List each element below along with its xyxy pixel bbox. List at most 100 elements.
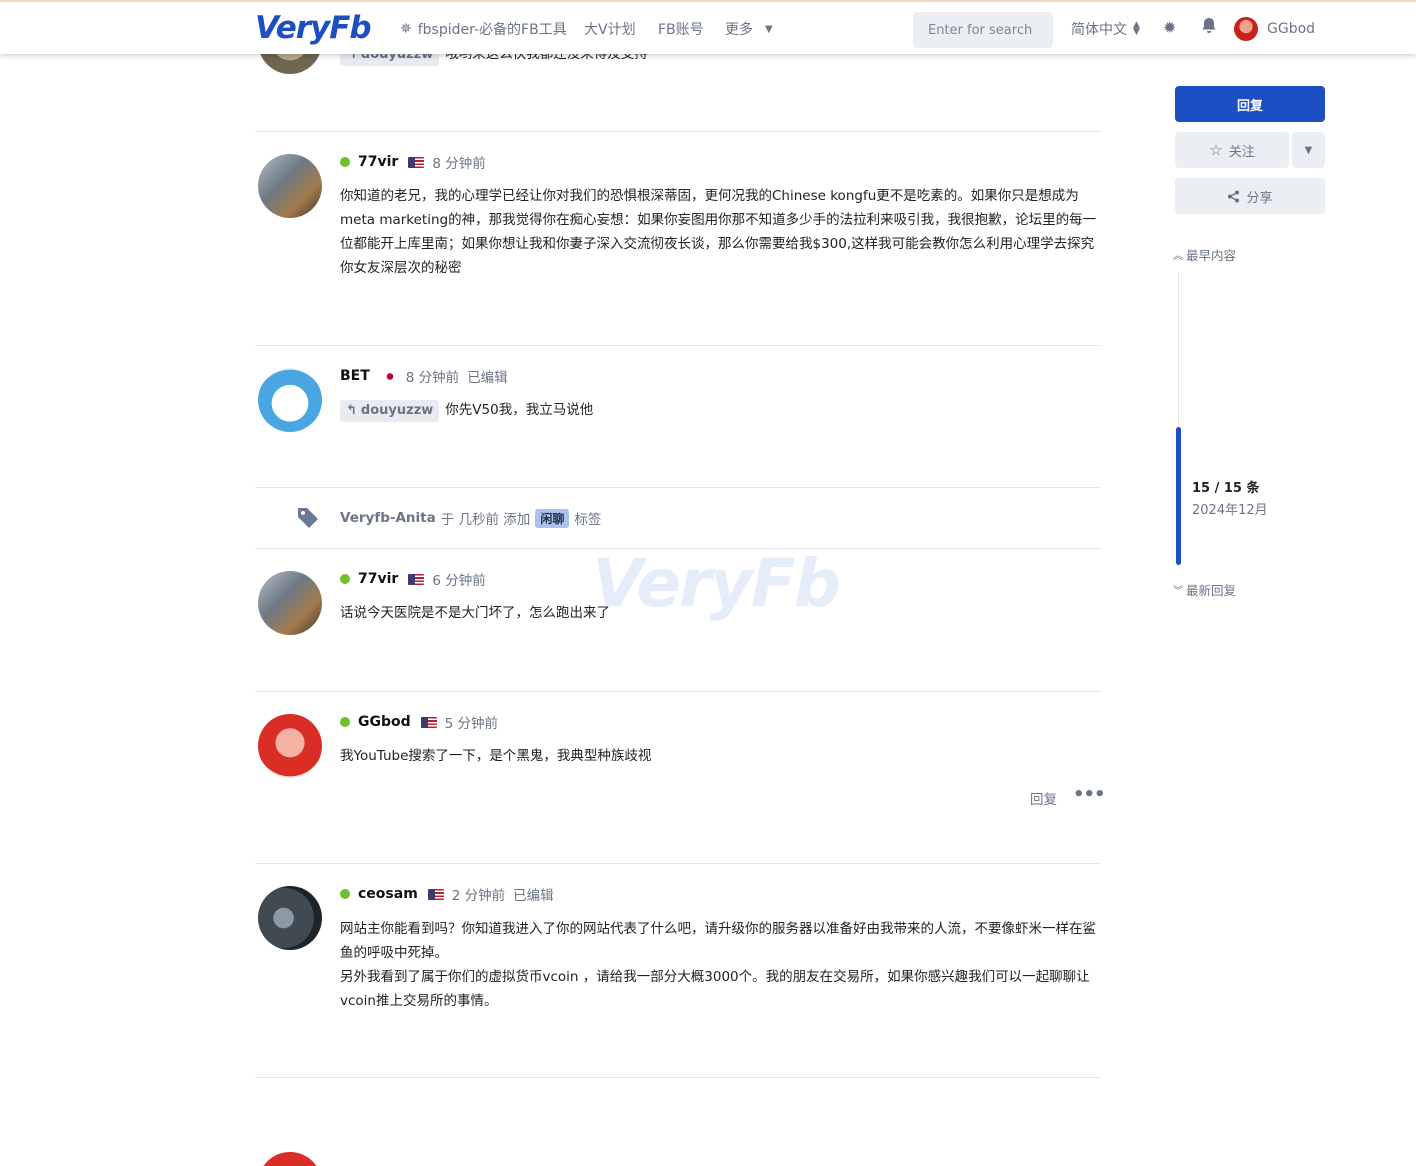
- post-username[interactable]: 77vir: [358, 154, 398, 170]
- post-username[interactable]: GGbod: [358, 714, 411, 730]
- share-label: 分享: [1246, 190, 1273, 206]
- tag-badge[interactable]: 闲聊: [535, 508, 570, 528]
- us-flag-icon: [408, 156, 425, 168]
- star-icon: ☆: [1209, 141, 1223, 159]
- language-selector[interactable]: 简体中文 ▲ ▼: [1071, 19, 1140, 39]
- post-username[interactable]: ceosam: [358, 886, 418, 902]
- us-flag-icon: [408, 573, 425, 585]
- avatar[interactable]: [258, 714, 322, 778]
- post-time[interactable]: 2 分钟前: [452, 884, 505, 904]
- user-menu-name: GGbod: [1267, 21, 1316, 37]
- scrubber-info: 15 / 15 条 2024年12月: [1192, 477, 1268, 518]
- nav-more-label: 更多: [725, 22, 753, 38]
- nav-fb-account-label: FB账号: [658, 22, 704, 38]
- reply-button[interactable]: 回复: [1030, 788, 1057, 808]
- avatar[interactable]: [258, 1152, 322, 1166]
- post-meta: GGbod 5 分钟前: [340, 712, 498, 732]
- reply-icon: ↰: [346, 403, 357, 418]
- event-user[interactable]: Veryfb-Anita: [340, 510, 436, 526]
- reply-to-name: douyuzzw: [360, 403, 434, 418]
- notifications-button[interactable]: [1201, 17, 1217, 34]
- user-menu[interactable]: GGbod: [1234, 17, 1315, 41]
- avatar[interactable]: [258, 368, 322, 432]
- post-text: 你先V50我，我立马说他: [445, 402, 594, 418]
- post-username[interactable]: 77vir: [358, 571, 398, 587]
- post-time[interactable]: 6 分钟前: [432, 569, 485, 589]
- online-status-icon: [340, 717, 350, 727]
- post-body: 网站主你能看到吗？你知道我进入了你的网站代表了什么吧，请升级你的服务器以准备好由…: [340, 917, 1100, 1013]
- post-item: GGbod 5 分钟前 我YouTube搜索了一下，是个黑鬼，我典型种族歧视 回…: [255, 712, 1106, 842]
- post-text: 另外我看到了属于你们的虚拟货币vcoin ，请给我一部分大概3000个。我的朋友…: [340, 969, 1090, 1009]
- avatar[interactable]: [258, 571, 322, 635]
- online-status-icon: [340, 157, 350, 167]
- post-meta: 77vir 8 分钟前: [340, 152, 486, 172]
- divider: [255, 1077, 1101, 1078]
- scrubber-latest[interactable]: ︾ 最新回复: [1173, 580, 1236, 599]
- divider: [255, 487, 1101, 488]
- nav-fbspider-label: fbspider-必备的FB工具: [417, 22, 567, 38]
- more-options-icon[interactable]: •••: [1073, 784, 1106, 805]
- post-time[interactable]: 8 分钟前: [432, 152, 485, 172]
- top-header: VeryFb ✵ fbspider-必备的FB工具 大V计划 FB账号 更多 ▼…: [0, 0, 1416, 54]
- jp-flag-icon: [381, 370, 398, 382]
- post-text: 我YouTube搜索了一下，是个黑鬼，我典型种族歧视: [340, 748, 652, 764]
- sun-icon: ✹: [1163, 18, 1177, 37]
- scrubber-position: 15 / 15 条: [1192, 481, 1260, 496]
- watermark: VeryFb: [592, 545, 841, 622]
- follow-label: 关注: [1228, 144, 1255, 160]
- caret-down-icon: ▼: [1304, 144, 1313, 156]
- language-label: 简体中文: [1071, 22, 1127, 38]
- search-input[interactable]: [913, 12, 1053, 48]
- caret-down-icon: ▼: [765, 23, 773, 35]
- divider: [255, 691, 1101, 692]
- scrubber-handle[interactable]: [1176, 427, 1181, 565]
- reply-to-badge[interactable]: ↰ douyuzzw: [340, 400, 440, 422]
- share-icon: [1228, 190, 1240, 202]
- sort-icon: ▲ ▼: [1133, 20, 1140, 37]
- event-suffix: 标签: [574, 512, 602, 528]
- avatar: [1234, 17, 1258, 41]
- theme-toggle[interactable]: ✹: [1163, 18, 1176, 37]
- divider: [255, 345, 1101, 346]
- share-button[interactable]: 分享: [1175, 178, 1325, 214]
- reply-main-button[interactable]: 回复: [1175, 86, 1325, 122]
- avatar[interactable]: [258, 154, 322, 218]
- post-username[interactable]: BET: [340, 368, 370, 384]
- post-time[interactable]: 5 分钟前: [445, 712, 498, 732]
- online-status-icon: [340, 889, 350, 899]
- earliest-label: 最早内容: [1186, 248, 1237, 263]
- edited-label[interactable]: 已编辑: [467, 366, 508, 386]
- nav-dav[interactable]: 大V计划: [584, 19, 636, 39]
- us-flag-icon: [427, 888, 444, 900]
- post-body: ↰ douyuzzw 你先V50我，我立马说他: [340, 398, 1100, 422]
- edited-label[interactable]: 已编辑: [513, 884, 554, 904]
- avatar[interactable]: [258, 886, 322, 950]
- nav-fb-account[interactable]: FB账号: [658, 19, 704, 39]
- post-meta: BET 8 分钟前 已编辑: [340, 366, 508, 386]
- latest-label: 最新回复: [1186, 583, 1237, 598]
- online-status-icon: [340, 574, 350, 584]
- double-chevron-down-icon: ︾: [1173, 586, 1183, 597]
- nav-fbspider[interactable]: ✵ fbspider-必备的FB工具: [400, 19, 567, 39]
- bell-icon: [1202, 18, 1216, 33]
- post-meta: 77vir 6 分钟前: [340, 569, 486, 589]
- post-item: ceosam 2 分钟前 已编辑 网站主你能看到吗？你知道我进入了你的网站代表了…: [255, 884, 1101, 1054]
- post-meta: ceosam 2 分钟前 已编辑: [340, 884, 554, 904]
- scrubber-date: 2024年12月: [1192, 503, 1268, 518]
- scrubber-earliest[interactable]: ︽ 最早内容: [1173, 245, 1236, 264]
- site-logo[interactable]: VeryFb: [255, 10, 372, 46]
- nav-more[interactable]: 更多 ▼: [725, 19, 773, 39]
- post-item: 77vir 8 分钟前 你知道的老兄，我的心理学已经让你对我们的恐惧根深蒂固，更…: [255, 152, 1101, 332]
- follow-dropdown-button[interactable]: ▼: [1291, 132, 1325, 168]
- follow-button[interactable]: ☆ 关注: [1175, 132, 1289, 168]
- spider-icon: ✵: [400, 21, 412, 37]
- event-text: Veryfb-Anita 于 几秒前 添加 闲聊 标签: [340, 508, 601, 528]
- tag-event: Veryfb-Anita 于 几秒前 添加 闲聊 标签: [255, 504, 1101, 534]
- nav-dav-label: 大V计划: [584, 22, 636, 38]
- post-text: 网站主你能看到吗？你知道我进入了你的网站代表了什么吧，请升级你的服务器以准备好由…: [340, 921, 1096, 961]
- tag-icon: [298, 508, 318, 528]
- post-item: BET 8 分钟前 已编辑 ↰ douyuzzw 你先V50我，我立马说他: [255, 366, 1101, 466]
- us-flag-icon: [420, 716, 437, 728]
- post-time[interactable]: 8 分钟前: [406, 366, 459, 386]
- event-action: 于 几秒前 添加: [440, 512, 531, 528]
